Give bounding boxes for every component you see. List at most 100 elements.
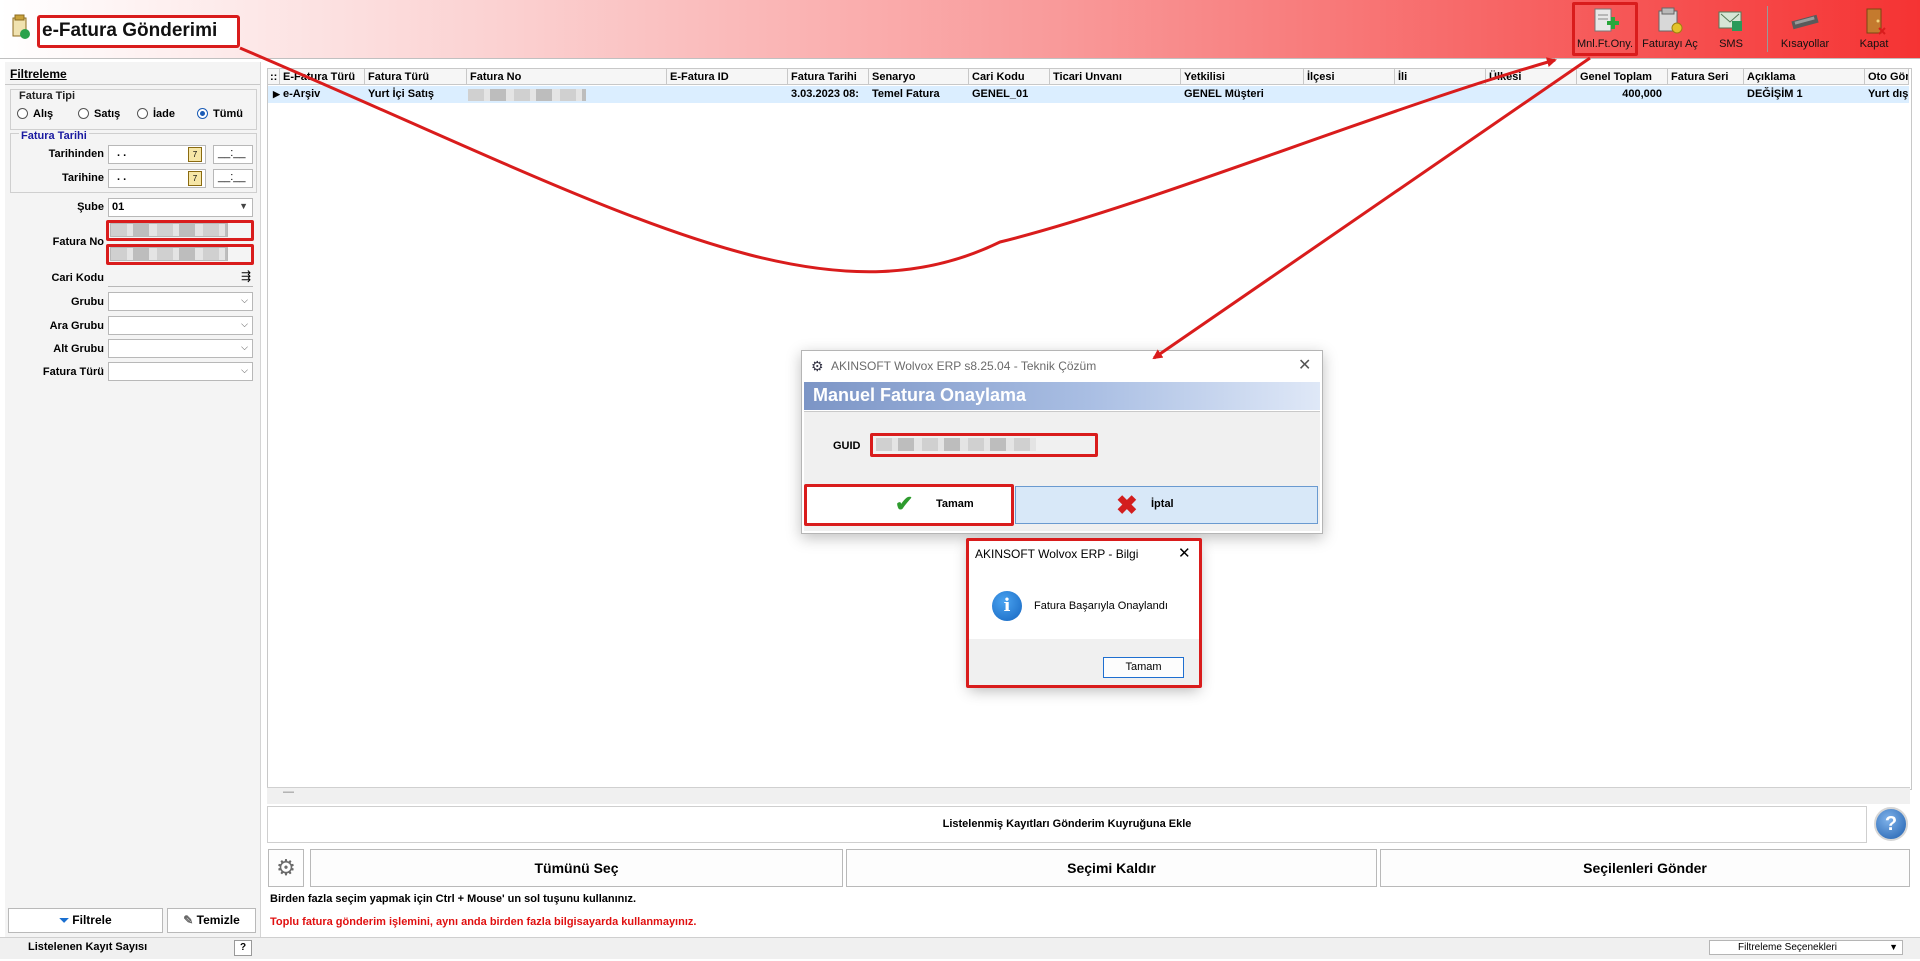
branch-label: Şube	[77, 201, 104, 213]
keyboard-icon	[1791, 14, 1819, 30]
radio-satis-circle[interactable]	[78, 108, 89, 119]
invoice-no-from-annotation	[106, 220, 254, 241]
guid-annotation	[870, 433, 1098, 457]
cell-invoice-no	[468, 89, 586, 101]
open-invoice-icon	[1658, 7, 1683, 34]
calendar-icon[interactable]: 7	[188, 171, 202, 186]
subgroup-label: Ara Grubu	[49, 320, 104, 332]
radio-iade-label: İade	[153, 108, 176, 120]
select-all-button[interactable]: Tümünü Seç	[310, 849, 843, 887]
dialog-heading: Manuel Fatura Onaylama	[813, 385, 1027, 405]
col-header[interactable]: E-Fatura ID	[667, 69, 788, 85]
filter-options-dropdown[interactable]: Filtreleme Seçenekleri ▼	[1709, 940, 1903, 955]
tab-divider	[5, 84, 260, 85]
dialog-heading-band: Manuel Fatura Onaylama	[804, 382, 1320, 410]
branch-select[interactable]: 01 ▼	[108, 198, 253, 217]
radio-tumu[interactable]: Tümü	[197, 108, 252, 122]
cell-invoice-date: 3.03.2023 08:	[791, 88, 859, 100]
col-header[interactable]: Ülkesi	[1486, 69, 1577, 85]
dialog-titlebar: ⚙ AKINSOFT Wolvox ERP s8.25.04 - Teknik …	[802, 351, 1322, 381]
col-header[interactable]: Oto Gön	[1865, 69, 1909, 85]
invoice-date-title: Fatura Tarihi	[19, 130, 89, 142]
radio-tumu-circle[interactable]	[197, 108, 208, 119]
col-header[interactable]: Fatura No	[467, 69, 667, 85]
from-time-value: __:__	[218, 147, 246, 159]
add-to-queue-button[interactable]: Listelenmiş Kayıtları Gönderim Kuyruğuna…	[267, 806, 1867, 843]
cell-efatura-type: e-Arşiv	[283, 88, 321, 100]
page-title: e-Fatura Gönderimi	[42, 20, 218, 41]
grid-indicator-header: ::	[268, 69, 280, 85]
manual-approve-annotation	[1572, 2, 1638, 56]
filter-button-label: Filtrele	[72, 913, 112, 927]
col-header[interactable]: Senaryo	[869, 69, 969, 85]
filter-button[interactable]: ⏷ Filtrele	[8, 908, 163, 933]
close-icon[interactable]: ✕	[1298, 355, 1311, 375]
col-header[interactable]: Fatura Türü	[365, 69, 467, 85]
radio-iade[interactable]: İade	[137, 108, 192, 122]
guid-label: GUID	[833, 440, 861, 452]
col-header[interactable]: Ticari Unvanı	[1050, 69, 1181, 85]
col-header[interactable]: Açıklama	[1744, 69, 1865, 85]
sms-button[interactable]: SMS	[1706, 4, 1756, 54]
from-time-input[interactable]: __:__	[213, 145, 253, 164]
chevron-down-icon: ▼	[1889, 942, 1898, 952]
chevron-down-icon: ▼	[239, 201, 248, 211]
subgroup-select[interactable]: ⌵	[108, 316, 253, 335]
open-invoice-button[interactable]: Faturayı Aç	[1640, 4, 1700, 54]
funnel-icon: ⏷	[59, 913, 69, 927]
status-bar	[0, 937, 1920, 959]
col-header[interactable]: Fatura Seri	[1668, 69, 1744, 85]
help-icon[interactable]: ?	[1874, 807, 1908, 841]
col-header[interactable]: İlçesi	[1304, 69, 1395, 85]
radio-alis-circle[interactable]	[17, 108, 28, 119]
close-label: Kapat	[1859, 38, 1889, 50]
toolbar-separator	[1767, 6, 1768, 52]
info-dialog-annotation	[966, 538, 1202, 688]
gear-icon: ⚙	[811, 358, 824, 374]
lower-group-select[interactable]: ⌵	[108, 339, 253, 358]
record-count-help-button[interactable]: ?	[234, 940, 252, 956]
shortcuts-button[interactable]: Kısayollar	[1776, 4, 1834, 54]
send-selected-button[interactable]: Seçilenleri Gönder	[1380, 849, 1910, 887]
tab-filter[interactable]: Filtreleme	[10, 67, 67, 81]
lookup-icon[interactable]: ⇶	[241, 269, 251, 283]
chevron-down-icon: ⌵	[241, 295, 248, 305]
close-button[interactable]: Kapat	[1844, 4, 1904, 54]
cancel-button[interactable]: ✖ İptal	[1015, 486, 1318, 524]
customer-code-input[interactable]: ⇶	[108, 268, 253, 287]
filter-options-label: Filtreleme Seçenekleri	[1738, 942, 1837, 953]
col-header[interactable]: Fatura Tarihi	[788, 69, 869, 85]
clear-button-label: Temizle	[196, 913, 240, 927]
col-header[interactable]: Yetkilisi	[1181, 69, 1304, 85]
grid-footer: —	[267, 786, 1910, 804]
cancel-button-label: İptal	[1151, 498, 1174, 510]
settings-gear-icon[interactable]: ⚙	[268, 849, 304, 887]
multi-select-hint: Birden fazla seçim yapmak için Ctrl + Mo…	[270, 893, 637, 905]
col-header[interactable]: Genel Toplam	[1577, 69, 1668, 85]
shortcuts-label: Kısayollar	[1780, 38, 1830, 50]
lower-group-label: Alt Grubu	[53, 343, 104, 355]
from-date-input[interactable]: . . 7	[108, 145, 206, 164]
to-date-label: Tarihine	[62, 172, 104, 184]
cell-contact: GENEL Müşteri	[1184, 88, 1264, 100]
cancel-x-icon: ✖	[1116, 490, 1138, 520]
radio-satis[interactable]: Satış	[78, 108, 133, 122]
col-header[interactable]: E-Fatura Türü	[280, 69, 365, 85]
radio-iade-circle[interactable]	[137, 108, 148, 119]
invoice-kind-select[interactable]: ⌵	[108, 362, 253, 381]
to-time-input[interactable]: __:__	[213, 169, 253, 188]
to-date-input[interactable]: . . 7	[108, 169, 206, 188]
sms-icon	[1718, 11, 1742, 31]
from-date-value: . .	[117, 147, 127, 159]
calendar-icon[interactable]: 7	[188, 147, 202, 162]
radio-satis-label: Satış	[94, 108, 121, 120]
group-select[interactable]: ⌵	[108, 292, 253, 311]
deselect-button[interactable]: Seçimi Kaldır	[846, 849, 1377, 887]
dialog-footer: ✔ Tamam ✖ İptal	[804, 484, 1320, 531]
radio-alis[interactable]: Alış	[17, 108, 67, 122]
clear-button[interactable]: ✎ Temizle	[167, 908, 256, 933]
filter-panel	[5, 62, 261, 937]
col-header[interactable]: Cari Kodu	[969, 69, 1050, 85]
col-header[interactable]: İli	[1395, 69, 1486, 85]
to-time-value: __:__	[218, 171, 246, 183]
